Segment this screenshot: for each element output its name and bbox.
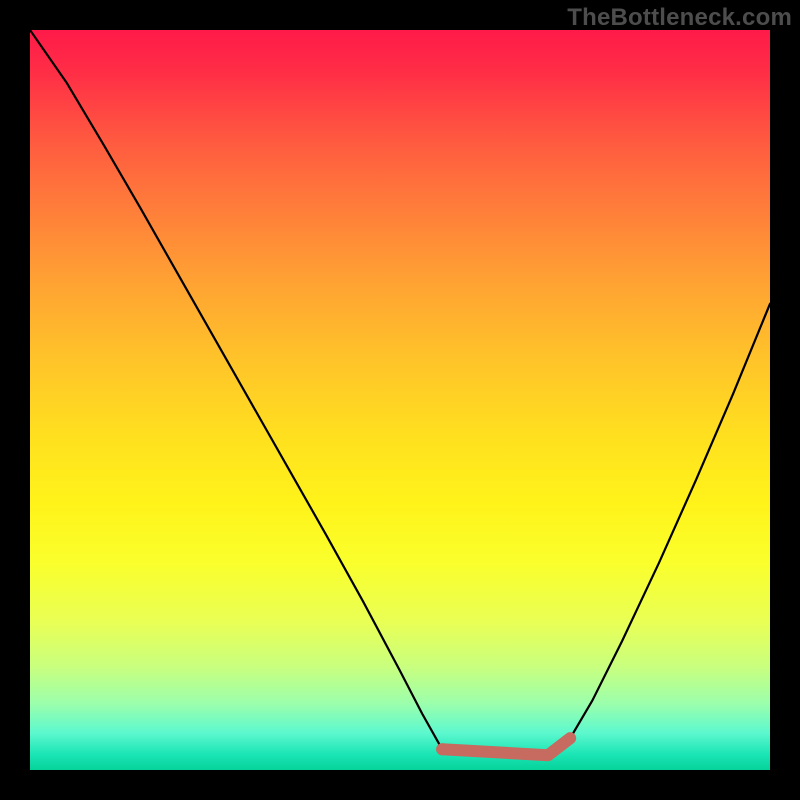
- chart-frame: TheBottleneck.com: [0, 0, 800, 800]
- watermark-label: TheBottleneck.com: [567, 4, 792, 32]
- optimal-point-marker: [436, 743, 448, 755]
- optimal-range-path: [442, 738, 570, 755]
- plot-area: [30, 30, 770, 770]
- chart-svg: [30, 30, 770, 770]
- bottleneck-curve-path: [30, 30, 770, 755]
